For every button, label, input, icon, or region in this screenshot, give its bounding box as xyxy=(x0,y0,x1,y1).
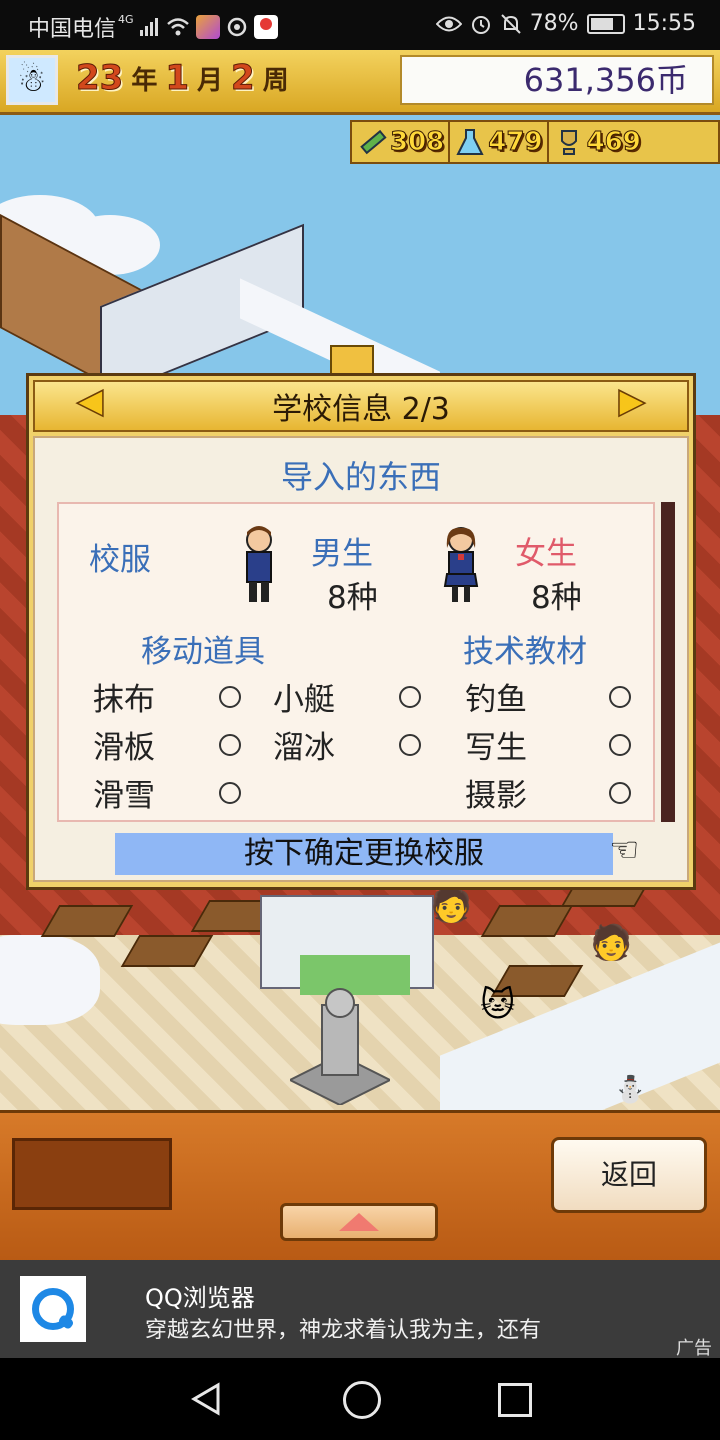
year-value: 23 xyxy=(75,58,124,99)
nav-back-icon[interactable] xyxy=(190,1382,224,1416)
research-points: 479 xyxy=(450,122,549,162)
bottom-controls: 返回 xyxy=(0,1110,720,1263)
sync-icon xyxy=(227,17,246,37)
dialog-title-bar: 学校信息 2/3 xyxy=(33,380,689,432)
ad-banner[interactable]: QQ浏览器 穿越玄幻世界，神龙求着认我为主，还有 广告 xyxy=(0,1260,720,1359)
wifi-icon xyxy=(166,18,189,36)
item-skate: 溜冰 xyxy=(273,730,335,766)
game-header: ☃ 23 年 1 月 2 周 631,356币 xyxy=(0,50,720,115)
trophy-points-value: 469 xyxy=(586,127,641,158)
ski-circle-icon xyxy=(219,782,241,804)
item-photo: 摄影 xyxy=(465,778,527,814)
student-character[interactable]: 🧑 xyxy=(590,923,632,963)
pencil-icon xyxy=(356,126,388,158)
research-points-value: 479 xyxy=(488,127,543,158)
student-character[interactable]: 🧑 xyxy=(430,885,472,925)
game-date: 23 年 1 月 2 周 xyxy=(75,58,289,99)
item-rag: 抹布 xyxy=(93,682,155,718)
qq-browser-icon xyxy=(20,1276,86,1342)
sketch-circle-icon xyxy=(609,734,631,756)
item-boat: 小艇 xyxy=(273,682,335,718)
boys-count: 8种 xyxy=(327,580,378,616)
signal-icon xyxy=(139,18,158,36)
photo-circle-icon xyxy=(609,782,631,804)
trophy-icon xyxy=(553,126,585,158)
fishing-circle-icon xyxy=(609,686,631,708)
month-unit: 月 xyxy=(197,66,224,96)
rag-circle-icon xyxy=(219,686,241,708)
flask-icon xyxy=(454,126,486,158)
prev-page-arrow-icon[interactable]: ◀ xyxy=(73,380,107,422)
item-fishing: 钓鱼 xyxy=(465,682,527,718)
mute-icon xyxy=(500,13,521,34)
scrollbar[interactable] xyxy=(661,502,675,822)
carrier-label: 中国电信 xyxy=(28,17,117,42)
ad-tag: 广告 xyxy=(676,1338,712,1359)
navigation-bar xyxy=(0,1358,720,1440)
money-display: 631,356币 xyxy=(400,55,714,105)
battery-icon xyxy=(586,13,625,34)
ad-description: 穿越玄幻世界，神龙求着认我为主，还有 xyxy=(145,1318,542,1343)
dialog-body: 导入的东西 校服 男生 8种 女生 8种 移动道具 技术教材 抹布 小艇 钓鱼 … xyxy=(33,436,689,882)
school-info-dialog: 学校信息 2/3 ◀ ▶ 导入的东西 校服 男生 8种 女生 8种 移动道具 技… xyxy=(26,373,696,890)
trophy-points: 469 xyxy=(549,122,645,162)
month-value: 1 xyxy=(165,58,190,99)
alarm-icon xyxy=(471,15,490,34)
mascot-character[interactable]: 🐱 xyxy=(480,985,515,1025)
status-bar: 中国电信 4G 78% 15:55 xyxy=(0,0,720,50)
nav-recent-icon[interactable] xyxy=(498,1383,532,1417)
week-value: 2 xyxy=(231,58,256,99)
resource-bar: 308 479 469 xyxy=(350,120,720,164)
expand-up-button[interactable] xyxy=(280,1203,438,1241)
next-page-arrow-icon[interactable]: ▶ xyxy=(615,380,649,422)
up-arrow-icon xyxy=(339,1213,379,1231)
item-sketch: 写生 xyxy=(465,730,527,766)
section-title: 导入的东西 xyxy=(280,458,441,496)
statue xyxy=(290,988,390,1105)
study-points: 308 xyxy=(352,122,451,162)
year-unit: 年 xyxy=(131,66,158,96)
skateboard-circle-icon xyxy=(219,734,241,756)
week-unit: 周 xyxy=(262,66,289,96)
empty-slot xyxy=(12,1138,172,1210)
uniform-label: 校服 xyxy=(89,542,151,578)
boys-label: 男生 xyxy=(311,536,373,572)
skate-circle-icon xyxy=(399,734,421,756)
network-type: 4G xyxy=(118,12,134,26)
study-points-value: 308 xyxy=(389,127,445,158)
nav-home-icon[interactable] xyxy=(343,1381,381,1419)
pointing-hand-icon: ☜ xyxy=(609,830,640,870)
item-skateboard: 滑板 xyxy=(93,730,155,766)
back-button[interactable]: 返回 xyxy=(551,1137,707,1213)
mobility-header: 移动道具 xyxy=(141,634,265,670)
girls-label: 女生 xyxy=(515,536,577,572)
eye-icon xyxy=(435,16,462,31)
battery-percent: 78% xyxy=(529,11,579,36)
snowman-avatar-icon[interactable]: ☃ xyxy=(6,55,58,105)
girls-count: 8种 xyxy=(531,580,582,616)
dialog-title: 学校信息 2/3 xyxy=(272,392,450,427)
ad-title: QQ浏览器 xyxy=(145,1284,255,1312)
item-ski: 滑雪 xyxy=(93,778,155,814)
confirm-uniform-button[interactable]: 按下确定更换校服 xyxy=(115,833,613,875)
map-app-icon xyxy=(253,15,278,39)
boat-circle-icon xyxy=(399,686,421,708)
snow-pile xyxy=(0,935,100,1025)
girl-sprite-icon xyxy=(443,527,479,602)
snowman: ⛄ xyxy=(614,1075,647,1105)
clock: 15:55 xyxy=(632,11,696,36)
items-panel: 校服 男生 8种 女生 8种 移动道具 技术教材 抹布 小艇 钓鱼 滑板 溜冰 … xyxy=(57,502,655,822)
game-app-icon xyxy=(195,15,220,39)
tech-header: 技术教材 xyxy=(463,634,587,670)
boy-sprite-icon xyxy=(246,526,272,602)
